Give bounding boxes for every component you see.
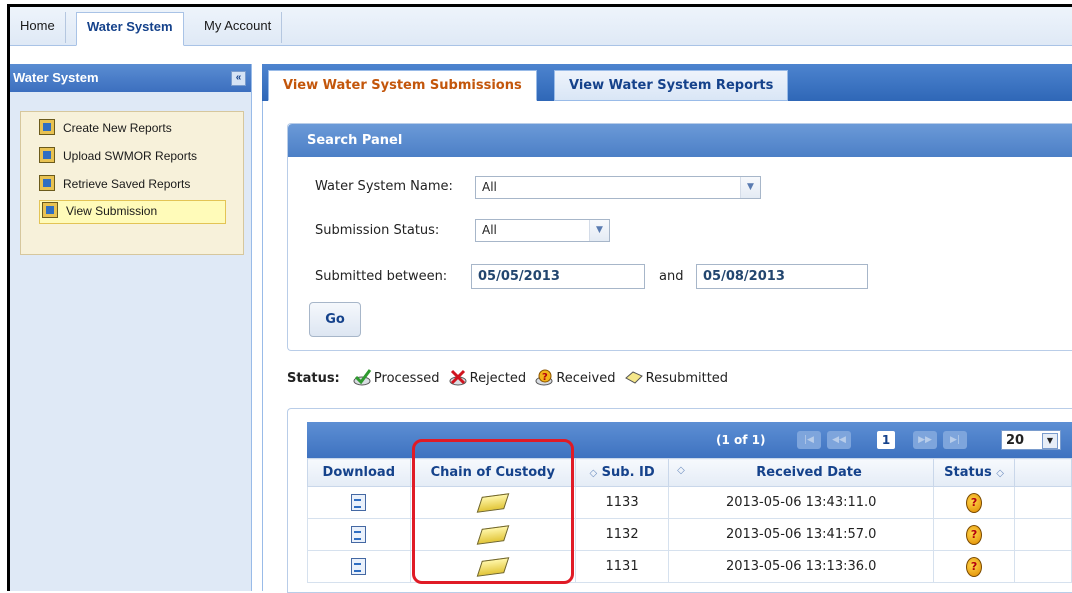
column-received-date-label: Received Date [756,465,862,480]
date-to-input[interactable]: 05/08/2013 [696,264,868,289]
collapse-icon[interactable]: « [231,71,246,86]
status-legend: Status: Processed Rejected ? Received Re… [287,368,728,390]
page-info: (1 of 1) [716,433,766,447]
top-navigation: Home Water System My Account [10,7,1072,46]
chain-of-custody-highlight [412,439,574,584]
submitted-between-label: Submitted between: [315,269,448,284]
current-page-button[interactable]: 1 [877,431,895,449]
received-icon: ? [534,368,554,386]
submission-status-label: Submission Status: [315,223,440,238]
column-status[interactable]: Status ◇ [933,458,1015,487]
nav-item-label: Create New Reports [63,121,172,135]
nav-item-label: View Submission [66,204,158,218]
tab-view-submissions[interactable]: View Water System Submissions [268,70,537,101]
tab-water-system[interactable]: Water System [76,12,184,46]
sort-icon: ◇ [589,468,598,479]
sub-id-cell: 1133 [574,486,670,519]
sub-id-cell: 1132 [574,518,670,551]
received-icon: ? [966,492,983,513]
extra-cell [1013,550,1072,583]
water-system-select[interactable]: All ▼ [475,176,761,199]
resubmitted-icon [624,368,644,386]
extra-cell [1013,518,1072,551]
search-panel-title: Search Panel [288,124,1072,157]
column-sub-id-label: Sub. ID [601,465,655,480]
column-received-date[interactable]: ◇ Received Date [668,458,935,487]
and-label: and [659,269,684,284]
download-icon[interactable] [351,494,367,511]
left-nav-panel: Water System « Create New Reports Upload… [10,64,252,591]
download-icon[interactable] [351,558,367,575]
sub-id-cell: 1131 [574,550,670,583]
sort-icon: ◇ [996,468,1004,479]
submission-status-select[interactable]: All ▼ [475,219,610,242]
column-sub-id[interactable]: ◇ Sub. ID [574,458,670,487]
last-page-icon[interactable]: ▶| [943,431,967,449]
tab-home[interactable]: Home [10,12,66,43]
status-cell: ? [933,550,1015,583]
status-cell: ? [933,518,1015,551]
tab-my-account[interactable]: My Account [194,12,283,43]
rows-per-page-select[interactable]: 20 ▼ [1001,430,1061,450]
extra-cell [1013,486,1072,519]
report-icon [39,147,55,163]
report-icon [39,119,55,135]
nav-item-label: Upload SWMOR Reports [63,149,198,163]
received-icon: ? [966,556,983,577]
nav-item-label: Retrieve Saved Reports [63,177,191,191]
nav-item-retrieve-saved-reports[interactable]: Retrieve Saved Reports [39,174,190,196]
sort-icon: ◇ [677,465,685,476]
rejected-label: Rejected [469,371,527,386]
date-from-input[interactable]: 05/05/2013 [471,264,645,289]
download-icon[interactable] [351,526,367,543]
chevron-down-icon[interactable]: ▼ [1042,433,1058,449]
first-page-icon[interactable]: |◀ [797,431,821,449]
download-cell[interactable] [307,486,411,519]
received-date-cell: 2013-05-06 13:13:36.0 [668,550,935,583]
svg-text:?: ? [542,372,548,383]
nav-menu: Create New Reports Upload SWMOR Reports … [20,111,244,255]
status-cell: ? [933,486,1015,519]
nav-item-create-new-reports[interactable]: Create New Reports [39,118,172,140]
received-icon: ? [966,524,983,545]
left-panel-title: Water System [13,70,99,85]
download-cell[interactable] [307,550,411,583]
go-button[interactable]: Go [309,302,361,337]
nav-item-upload-swmor-reports[interactable]: Upload SWMOR Reports [39,146,197,168]
water-system-value: All [482,180,497,194]
processed-label: Processed [373,371,440,386]
next-page-icon[interactable]: ▶▶ [913,431,937,449]
status-legend-label: Status: [287,371,340,386]
received-date-cell: 2013-05-06 13:41:57.0 [668,518,935,551]
water-system-name-label: Water System Name: [315,179,453,194]
report-icon [39,175,55,191]
main-tab-strip: View Water System Submissions View Water… [262,64,1072,101]
received-label: Received [556,371,616,386]
nav-item-view-submission[interactable]: View Submission [39,200,226,224]
chevron-down-icon[interactable]: ▼ [740,177,760,198]
prev-page-icon[interactable]: ◀◀ [827,431,851,449]
received-date-cell: 2013-05-06 13:43:11.0 [668,486,935,519]
column-download[interactable]: Download [307,458,411,487]
report-icon [42,202,58,218]
download-cell[interactable] [307,518,411,551]
left-panel-header: Water System « [10,64,251,92]
tab-view-reports[interactable]: View Water System Reports [554,70,789,101]
rejected-icon [448,368,468,386]
processed-icon [352,368,372,386]
submission-status-value: All [482,223,497,237]
rows-per-page-value: 20 [1006,433,1025,448]
resubmitted-label: Resubmitted [645,371,729,386]
chevron-down-icon[interactable]: ▼ [589,220,609,241]
column-extra [1013,458,1072,487]
column-status-label: Status [944,465,992,480]
